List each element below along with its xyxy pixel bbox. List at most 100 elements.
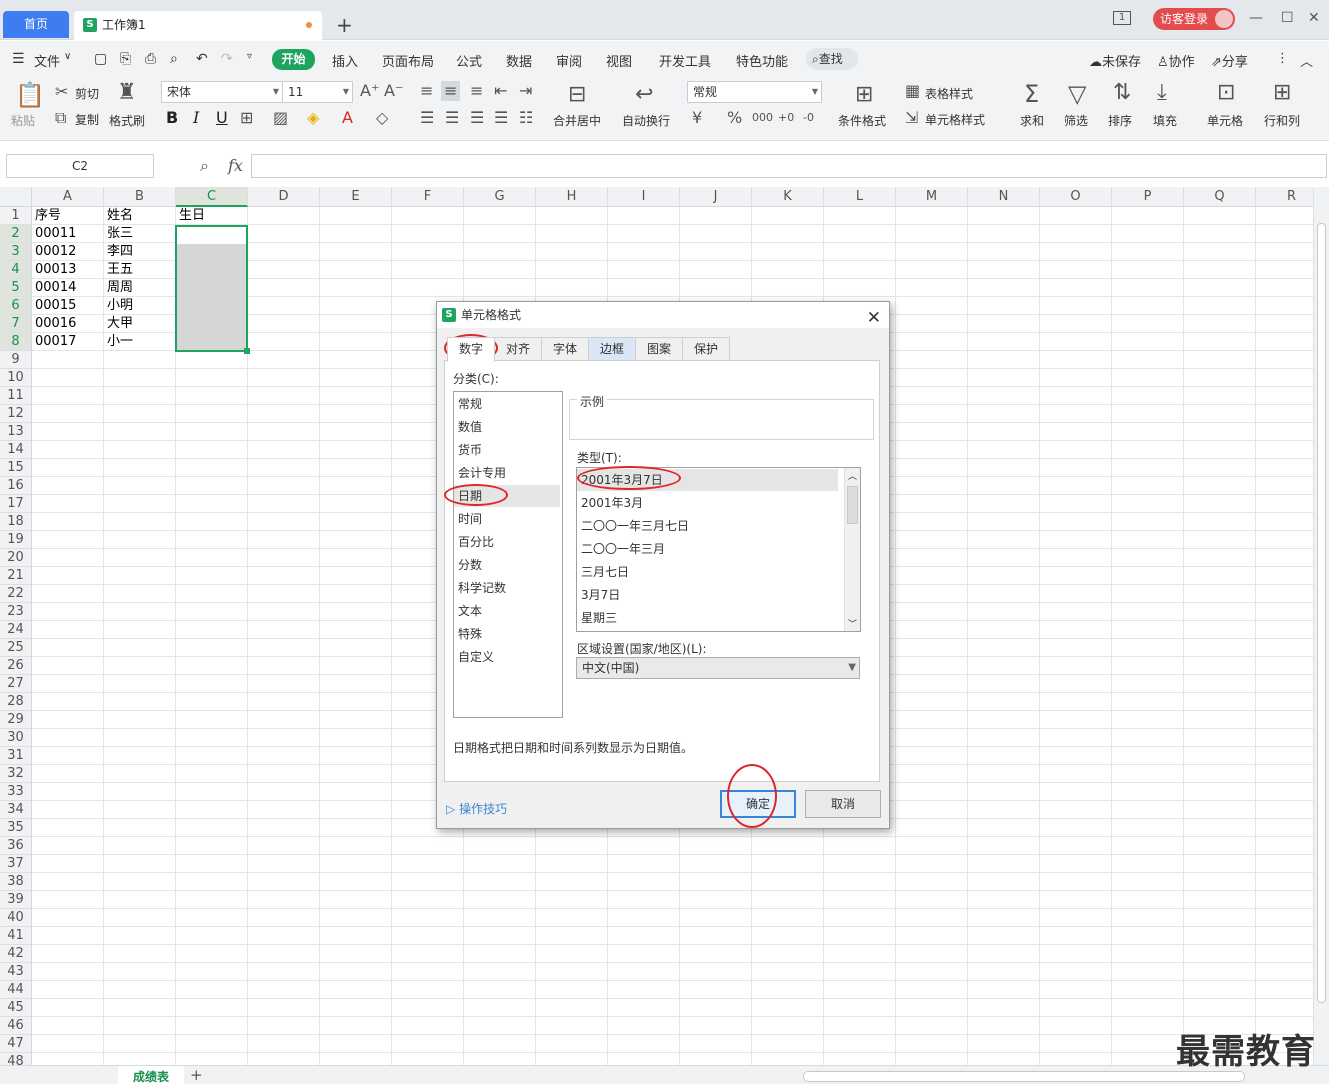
column-header[interactable]: P xyxy=(1112,187,1184,207)
column-header[interactable]: I xyxy=(608,187,680,207)
name-box[interactable]: C2 xyxy=(6,154,154,178)
fx-icon[interactable]: fx xyxy=(228,158,243,174)
row-header[interactable]: 19 xyxy=(0,531,32,549)
category-item[interactable]: 常规 xyxy=(454,393,560,415)
cell-icon[interactable]: ⊡ xyxy=(1217,82,1235,104)
more-icon[interactable]: ⋮ xyxy=(1276,51,1289,66)
column-header[interactable]: N xyxy=(968,187,1040,207)
table-style-icon[interactable]: ▦ xyxy=(905,83,920,99)
scroll-up-icon[interactable]: ︿ xyxy=(848,469,857,482)
category-item[interactable]: 自定义 xyxy=(454,646,560,668)
row-header[interactable]: 8 xyxy=(0,333,32,351)
guest-login-button[interactable]: 访客登录 xyxy=(1153,8,1235,30)
row-header[interactable]: 17 xyxy=(0,495,32,513)
minimize-icon[interactable]: — xyxy=(1249,10,1263,26)
tab-protection[interactable]: 保护 xyxy=(682,337,730,361)
row-header[interactable]: 38 xyxy=(0,873,32,891)
vertical-scrollbar[interactable] xyxy=(1313,187,1329,1065)
align-right-icon[interactable]: ☰ xyxy=(470,110,484,126)
category-list[interactable]: 常规 数值 货币 会计专用 日期 时间 百分比 分数 科学记数 文本 特殊 自定义 xyxy=(453,391,563,718)
column-header[interactable]: L xyxy=(824,187,896,207)
category-item[interactable]: 百分比 xyxy=(454,531,560,553)
save-icon[interactable]: ▢ xyxy=(94,51,107,67)
add-sheet-icon[interactable]: + xyxy=(190,1067,203,1083)
sheet-tab[interactable]: 成绩表 xyxy=(118,1066,184,1085)
category-item[interactable]: 特殊 xyxy=(454,623,560,645)
maximize-icon[interactable]: ☐ xyxy=(1281,10,1294,26)
column-header[interactable]: G xyxy=(464,187,536,207)
row-header[interactable]: 36 xyxy=(0,837,32,855)
font-name-select[interactable]: 宋体 ▼ xyxy=(161,81,283,103)
decrease-decimal-icon[interactable]: -0 xyxy=(803,110,814,126)
type-item[interactable]: 2001年3月 xyxy=(577,492,838,514)
menu-developer[interactable]: 开发工具 xyxy=(659,51,711,70)
increase-font-icon[interactable]: A⁺ xyxy=(360,83,379,99)
decrease-font-icon[interactable]: A⁻ xyxy=(384,83,403,99)
column-header[interactable]: A xyxy=(32,187,104,207)
merge-center-button[interactable]: 合并居中 xyxy=(553,112,601,129)
row-header[interactable]: 28 xyxy=(0,693,32,711)
id-cell[interactable]: 00014 xyxy=(33,279,76,297)
row-header[interactable]: 35 xyxy=(0,819,32,837)
selection-range[interactable] xyxy=(175,225,250,354)
filter-button[interactable]: 筛选 xyxy=(1064,112,1088,129)
row-header[interactable]: 9 xyxy=(0,351,32,369)
fill-button[interactable]: 填充 xyxy=(1153,112,1177,129)
row-header[interactable]: 47 xyxy=(0,1035,32,1053)
zoom-icon[interactable]: ⌕ xyxy=(200,158,209,174)
new-tab-button[interactable]: + xyxy=(336,13,353,37)
row-header[interactable]: 3 xyxy=(0,243,32,261)
format-painter-button[interactable]: 格式刷 xyxy=(109,112,145,129)
menu-review[interactable]: 审阅 xyxy=(556,51,582,70)
copy-button[interactable]: 复制 xyxy=(75,111,99,128)
cut-button[interactable]: 剪切 xyxy=(75,85,99,102)
row-header[interactable]: 29 xyxy=(0,711,32,729)
row-header[interactable]: 12 xyxy=(0,405,32,423)
menu-start[interactable]: 开始 xyxy=(272,49,315,70)
tab-alignment[interactable]: 对齐 xyxy=(494,337,542,361)
column-header[interactable]: E xyxy=(320,187,392,207)
row-header[interactable]: 2 xyxy=(0,225,32,243)
export-icon[interactable]: ⎘ xyxy=(120,51,131,67)
row-header[interactable]: 10 xyxy=(0,369,32,387)
id-cell[interactable]: 00017 xyxy=(33,333,76,351)
dialog-close-icon[interactable]: ✕ xyxy=(867,305,881,331)
row-header[interactable]: 11 xyxy=(0,387,32,405)
row-header[interactable]: 1 xyxy=(0,207,32,225)
type-list[interactable]: ︿ ﹀ 2001年3月7日 2001年3月 二〇〇一年三月七日 二〇〇一年三月 三月七日… xyxy=(576,467,861,632)
row-header[interactable]: 34 xyxy=(0,801,32,819)
row-header[interactable]: 31 xyxy=(0,747,32,765)
row-header[interactable]: 5 xyxy=(0,279,32,297)
row-header[interactable]: 41 xyxy=(0,927,32,945)
row-header[interactable]: 22 xyxy=(0,585,32,603)
menu-file[interactable]: 文件 xyxy=(34,51,60,70)
column-header[interactable]: Q xyxy=(1184,187,1256,207)
header-cell[interactable]: 姓名 xyxy=(105,207,133,225)
type-item[interactable]: 二〇〇一年三月 xyxy=(577,538,838,560)
collapse-ribbon-icon[interactable]: ︿ xyxy=(1300,51,1313,70)
scissors-icon[interactable]: ✂ xyxy=(55,84,68,100)
row-header[interactable]: 25 xyxy=(0,639,32,657)
id-cell[interactable]: 00015 xyxy=(33,297,76,315)
tab-border[interactable]: 边框 xyxy=(588,337,636,361)
column-header[interactable]: J xyxy=(680,187,752,207)
select-all-corner[interactable] xyxy=(0,187,32,207)
id-cell[interactable]: 00013 xyxy=(33,261,76,279)
name-cell[interactable]: 张三 xyxy=(105,225,133,243)
outdent-icon[interactable]: ⇤ xyxy=(494,83,507,99)
row-header[interactable]: 13 xyxy=(0,423,32,441)
undo-icon[interactable]: ↶ xyxy=(196,51,208,67)
row-header[interactable]: 32 xyxy=(0,765,32,783)
hamburger-icon[interactable]: ☰ xyxy=(12,51,25,67)
row-header[interactable]: 42 xyxy=(0,945,32,963)
row-header[interactable]: 6 xyxy=(0,297,32,315)
thousands-icon[interactable]: 000 xyxy=(752,110,773,126)
row-header[interactable]: 39 xyxy=(0,891,32,909)
row-header[interactable]: 40 xyxy=(0,909,32,927)
menu-features[interactable]: 特色功能 xyxy=(736,51,788,70)
border-icon[interactable]: ⊞ xyxy=(240,110,253,126)
tab-number[interactable]: 数字 xyxy=(447,337,495,362)
row-header[interactable]: 46 xyxy=(0,1017,32,1035)
column-header[interactable]: M xyxy=(896,187,968,207)
tab-workbook[interactable]: S 工作簿1 xyxy=(74,11,322,41)
